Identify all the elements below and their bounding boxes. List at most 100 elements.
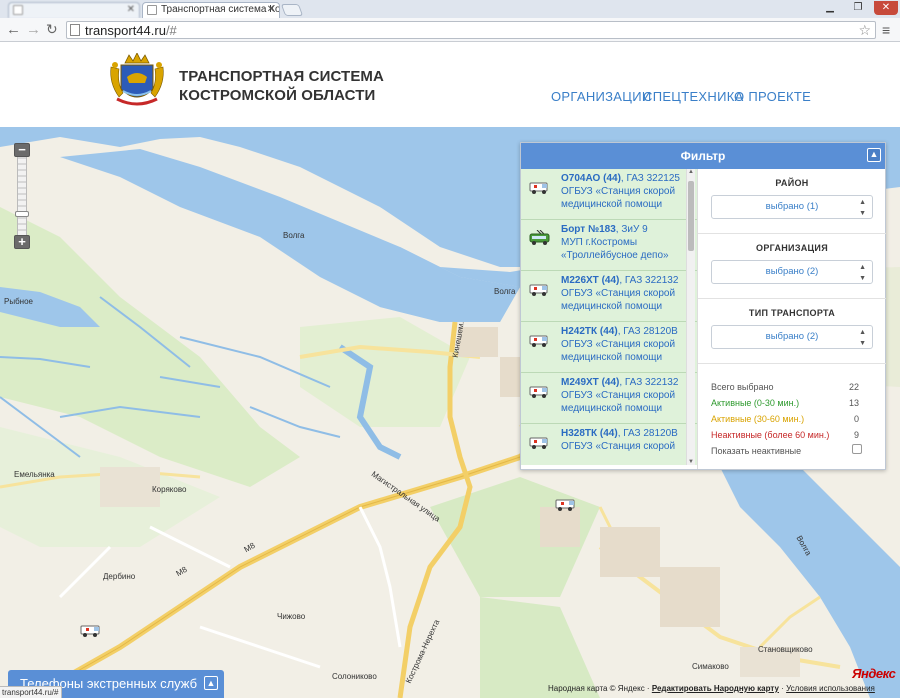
vehicle-org: ОГБУЗ «Станция скорой [561, 441, 676, 452]
select-value: выбрано (1) [765, 201, 819, 212]
bookmark-star-icon[interactable]: ☆ [858, 22, 871, 39]
vehicle-plate: Борт №183 [561, 224, 616, 235]
browser-tab-strip: ✕ Транспортная система Кос ✕ ▁ ❐ ✕ [0, 0, 900, 18]
vehicle-org: ОГБУЗ «Станция скорой [561, 390, 676, 401]
vehicle-list: О704АО (44), ГАЗ 322125 ОГБУЗ «Станция с… [521, 169, 697, 465]
vehicle-title: Н242ТК (44), ГАЗ 28120В [561, 325, 697, 338]
vehicle-org: медицинской помощи [561, 301, 663, 312]
map-label-emelyanka: Емельянка [14, 470, 55, 479]
zoom-in-button[interactable]: + [14, 235, 30, 249]
close-tab-icon[interactable]: ✕ [267, 3, 275, 17]
close-tab-icon[interactable]: ✕ [127, 3, 135, 17]
filter-group-transport-type: ТИП ТРАНСПОРТА выбрано (2) ▲ ▼ [698, 299, 886, 364]
address-bar[interactable]: transport44.ru/# ☆ [66, 21, 876, 39]
trolleybus-icon [529, 230, 550, 245]
transport-type-select[interactable]: выбрано (2) ▲ ▼ [711, 325, 873, 349]
browser-tab-blurred[interactable]: ✕ [8, 2, 140, 18]
expand-chevron-up-icon[interactable]: ▲ [204, 676, 218, 690]
map-label-derbino: Дербино [103, 572, 136, 581]
vehicle-org: медицинской помощи [561, 403, 663, 414]
map-label-stanovshchikovo: Становщиково [758, 645, 813, 654]
zoom-slider[interactable] [15, 157, 29, 235]
url-host: transport44.ru [85, 23, 166, 38]
site-title: ТРАНСПОРТНАЯ СИСТЕМА КОСТРОМСКОЙ ОБЛАСТИ [179, 67, 384, 105]
zoom-control: − + [14, 143, 30, 249]
collapse-chevron-up-icon[interactable]: ▲ [867, 148, 881, 162]
vehicle-item[interactable]: Н242ТК (44), ГАЗ 28120В ОГБУЗ «Станция с… [521, 322, 697, 373]
stat-total-value: 22 [848, 382, 859, 392]
filter-group-title: ОРГАНИЗАЦИЯ [756, 243, 828, 253]
vehicle-plate: М226ХТ (44) [561, 275, 620, 286]
zoom-slider-handle[interactable] [15, 211, 29, 217]
stat-inactive-label: Неактивные (более 60 мин.) [711, 430, 830, 440]
vehicle-item[interactable]: Н328ТК (44), ГАЗ 28120В ОГБУЗ «Станция с… [521, 424, 697, 465]
map-ambulance-marker-icon[interactable] [555, 497, 577, 511]
stat-active-0-30-label: Активные (0-30 мин.) [711, 398, 800, 408]
vehicle-org: ОГБУЗ «Станция скорой [561, 339, 676, 350]
vehicle-plate: Н242ТК (44) [561, 326, 618, 337]
map-label-solonikovo: Солониково [332, 672, 377, 681]
ambulance-icon [529, 284, 548, 296]
yandex-logo[interactable]: Яндекс [852, 666, 896, 681]
vehicle-title: М249ХТ (44), ГАЗ 322132 [561, 376, 697, 389]
vehicle-title: Борт №183, ЗиУ 9 [561, 223, 697, 236]
show-inactive-checkbox[interactable] [852, 444, 862, 454]
select-value: выбрано (2) [765, 266, 819, 277]
copyright-text: Народная карта © Яндекс · [548, 684, 652, 693]
vehicle-item[interactable]: О704АО (44), ГАЗ 322125 ОГБУЗ «Станция с… [521, 169, 697, 220]
map-ambulance-marker-icon[interactable] [80, 623, 102, 637]
select-updown-icon: ▲ ▼ [859, 264, 866, 282]
vehicle-item[interactable]: М226ХТ (44), ГАЗ 322132 ОГБУЗ «Станция с… [521, 271, 697, 322]
map-label-rybnoe: Рыбное [4, 297, 33, 306]
nav-about[interactable]: О ПРОЕКТЕ [734, 89, 811, 104]
stat-active-30-60-value: 0 [853, 414, 859, 424]
browser-tab-active[interactable]: Транспортная система Кос ✕ [142, 2, 280, 18]
select-value: выбрано (2) [765, 331, 819, 342]
vehicle-org: медицинской помощи [561, 199, 663, 210]
nav-special-equipment[interactable]: СПЕЦТЕХНИКА [643, 89, 744, 104]
vehicle-list-scrollbar[interactable]: ▲ ▼ [686, 169, 695, 465]
scroll-down-arrow-icon[interactable]: ▼ [688, 459, 694, 465]
select-updown-icon: ▲ ▼ [859, 329, 866, 347]
filter-header: Фильтр ▲ [521, 143, 885, 169]
vehicle-item[interactable]: М249ХТ (44), ГАЗ 322132 ОГБУЗ «Станция с… [521, 373, 697, 424]
filter-title: Фильтр [680, 149, 726, 163]
vehicle-title: О704АО (44), ГАЗ 322125 [561, 172, 697, 185]
minimize-icon[interactable]: ▁ [820, 1, 840, 15]
forward-arrow-icon[interactable]: → [26, 21, 41, 38]
url-path: /# [165, 23, 177, 38]
zoom-out-button[interactable]: − [14, 143, 30, 157]
browser-menu-icon[interactable]: ≡ [882, 22, 890, 38]
new-tab-button[interactable] [280, 4, 304, 16]
close-window-icon[interactable]: ✕ [874, 1, 898, 15]
vehicle-title: М226ХТ (44), ГАЗ 322132 [561, 274, 697, 287]
district-select[interactable]: выбрано (1) ▲ ▼ [711, 195, 873, 219]
coat-of-arms-logo[interactable] [107, 53, 167, 109]
maximize-icon[interactable]: ❐ [848, 1, 868, 15]
site-title-line1: ТРАНСПОРТНАЯ СИСТЕМА [179, 68, 384, 85]
vehicle-plate: М249ХТ (44) [561, 377, 620, 388]
vehicle-plate: Н328ТК (44) [561, 428, 618, 439]
back-arrow-icon[interactable]: ← [6, 21, 21, 38]
vehicle-model: , ГАЗ 322132 [619, 275, 679, 286]
page-icon [147, 5, 157, 15]
scroll-up-arrow-icon[interactable]: ▲ [688, 169, 694, 175]
nav-organizations[interactable]: ОРГАНИЗАЦИИ [551, 89, 651, 104]
map-label-volga: Волга [494, 287, 516, 296]
organization-select[interactable]: выбрано (2) ▲ ▼ [711, 260, 873, 284]
filter-options: РАЙОН выбрано (1) ▲ ▼ ОРГАНИЗАЦИЯ выбрано … [697, 169, 886, 469]
filter-group-title: ТИП ТРАНСПОРТА [748, 308, 836, 318]
vehicle-item[interactable]: Борт №183, ЗиУ 9 МУП г.Костромы «Троллей… [521, 220, 697, 271]
favicon-icon [13, 5, 23, 15]
site-title-line2: КОСТРОМСКОЙ ОБЛАСТИ [179, 87, 376, 104]
reload-icon[interactable]: ↻ [46, 21, 58, 38]
scrollbar-thumb[interactable] [688, 181, 694, 251]
filter-panel: Фильтр ▲ О704АО (44), ГАЗ 322125 ОГБУЗ «С… [520, 142, 886, 470]
map-label-simakovo: Симаково [692, 662, 729, 671]
ambulance-icon [529, 386, 548, 398]
edit-map-link[interactable]: Редактировать Народную карту [652, 684, 779, 693]
browser-toolbar: ← → ↻ transport44.ru/# ☆ ≡ [0, 18, 900, 42]
vehicle-model: , ГАЗ 322125 [620, 173, 680, 184]
terms-link[interactable]: Условия использования [786, 684, 875, 693]
url-text: transport44.ru/# [85, 23, 177, 38]
